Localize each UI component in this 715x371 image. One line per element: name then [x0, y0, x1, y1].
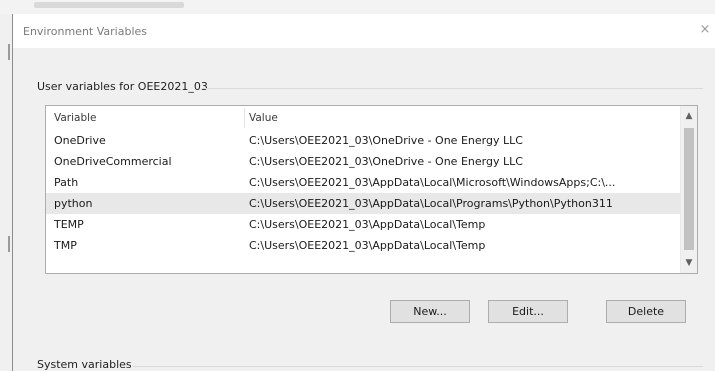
chevron-up-icon[interactable]: ▲ [681, 108, 697, 124]
variable-value-cell: C:\Users\OEE2021_03\AppData\Local\Micros… [249, 176, 616, 189]
table-row[interactable]: TMP C:\Users\OEE2021_03\AppData\Local\Tem… [46, 235, 682, 256]
variable-name-cell: TEMP [54, 218, 84, 231]
dialog-body: User variables for OEE2021_03 Variable V… [13, 48, 715, 371]
chevron-down-icon[interactable]: ▼ [681, 255, 697, 271]
scrollbar-thumb[interactable] [684, 128, 694, 250]
variable-value-cell: C:\Users\OEE2021_03\OneDrive - One Energ… [249, 155, 523, 168]
system-variables-group-label: System variables [37, 358, 132, 371]
background-window-strip [0, 0, 715, 14]
group-divider [133, 366, 703, 367]
user-variables-group-label: User variables for OEE2021_03 [37, 80, 208, 93]
edge-mark [8, 44, 10, 60]
column-header-value[interactable]: Value [249, 112, 278, 124]
variable-value-cell: C:\Users\OEE2021_03\AppData\Local\Temp [249, 239, 486, 252]
edit-user-variable-button[interactable]: Edit... [488, 300, 568, 323]
background-window-edge [0, 14, 12, 371]
title-bar[interactable]: Environment Variables × [13, 14, 715, 48]
table-row[interactable]: TEMP C:\Users\OEE2021_03\AppData\Local\Te… [46, 214, 682, 235]
variable-value-cell: C:\Users\OEE2021_03\AppData\Local\Temp [249, 218, 486, 231]
group-divider [203, 88, 703, 89]
list-rows: OneDrive C:\Users\OEE2021_03\OneDrive - O… [46, 130, 682, 256]
variable-name-cell: OneDriveCommercial [54, 155, 172, 168]
user-variables-list[interactable]: Variable Value OneDrive C:\Users\OEE2021_… [45, 105, 698, 274]
table-row[interactable]: python C:\Users\OEE2021_03\AppData\Local\… [46, 193, 682, 214]
delete-user-variable-button[interactable]: Delete [606, 300, 686, 323]
edge-mark [8, 236, 10, 252]
table-row[interactable]: Path C:\Users\OEE2021_03\AppData\Local\Mi… [46, 172, 682, 193]
variable-name-cell: python [54, 197, 93, 210]
close-icon[interactable]: × [698, 22, 712, 38]
variable-name-cell: OneDrive [54, 134, 106, 147]
background-window-text [34, 2, 184, 8]
variable-name-cell: TMP [54, 239, 77, 252]
list-header: Variable Value [46, 106, 682, 130]
column-separator[interactable] [244, 108, 245, 128]
table-row[interactable]: OneDrive C:\Users\OEE2021_03\OneDrive - O… [46, 130, 682, 151]
table-row[interactable]: OneDriveCommercial C:\Users\OEE2021_03\On… [46, 151, 682, 172]
new-user-variable-button[interactable]: New... [390, 300, 470, 323]
column-header-variable[interactable]: Variable [54, 112, 97, 124]
window-title: Environment Variables [23, 25, 148, 38]
variable-value-cell: C:\Users\OEE2021_03\OneDrive - One Energ… [249, 134, 523, 147]
screen: Environment Variables × User variables f… [0, 0, 715, 371]
variable-value-cell: C:\Users\OEE2021_03\AppData\Local\Progra… [249, 197, 613, 210]
variable-name-cell: Path [54, 176, 79, 189]
environment-variables-dialog: Environment Variables × User variables f… [12, 14, 715, 371]
vertical-scrollbar[interactable]: ▲ ▼ [680, 106, 697, 273]
